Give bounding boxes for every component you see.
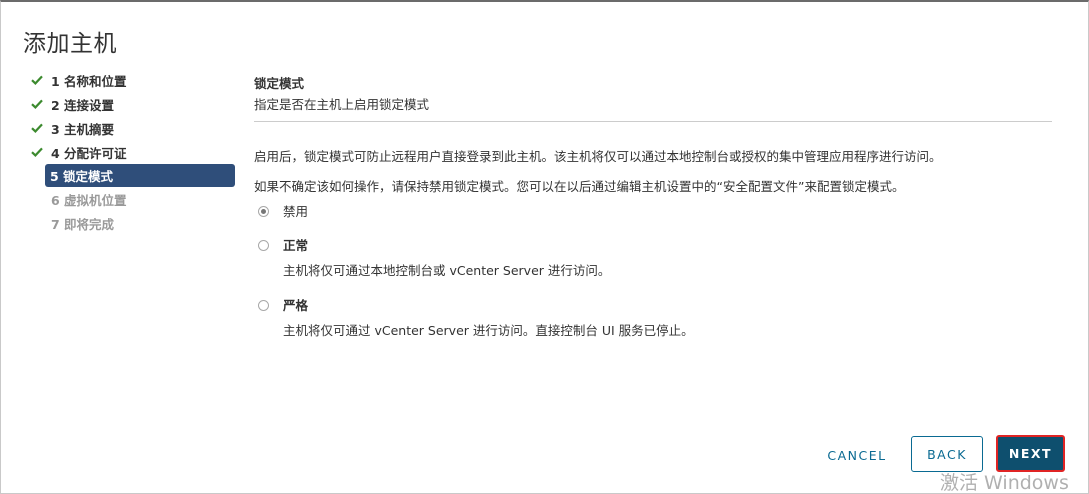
option-normal[interactable]: 正常 主机将仅可通过本地控制台或 vCenter Server 进行访问。 <box>258 238 610 279</box>
lockdown-hint: 如果不确定该如何操作，请保持禁用锁定模式。您可以在以后通过编辑主机设置中的“安全… <box>254 179 905 194</box>
divider <box>254 121 1052 122</box>
step-label: 6 虚拟机位置 <box>51 192 127 208</box>
wizard-steps: 1 名称和位置 2 连接设置 3 主机摘要 4 分配许可证 5 锁定模式 6 虚… <box>27 68 237 235</box>
section-title: 锁定模式 <box>254 76 305 91</box>
section-subtitle: 指定是否在主机上启用锁定模式 <box>254 97 430 112</box>
step-lockdown-mode[interactable]: 5 锁定模式 <box>45 164 235 187</box>
step-label: 7 即将完成 <box>51 216 115 232</box>
option-disabled[interactable]: 禁用 <box>258 204 308 220</box>
step-label: 5 锁定模式 <box>50 169 114 184</box>
next-button[interactable]: NEXT <box>996 435 1065 472</box>
option-label: 正常 <box>283 238 309 253</box>
step-assign-license[interactable]: 4 分配许可证 <box>27 140 237 164</box>
step-label: 4 分配许可证 <box>51 145 127 161</box>
check-icon <box>31 147 47 157</box>
activation-watermark: 激活 Windows <box>940 472 1069 494</box>
dialog-title: 添加主机 <box>23 31 117 57</box>
option-label: 严格 <box>283 298 309 313</box>
step-connection-settings[interactable]: 2 连接设置 <box>27 92 237 116</box>
step-label: 3 主机摘要 <box>51 121 115 137</box>
normal-radio[interactable] <box>258 240 269 251</box>
option-label: 禁用 <box>283 204 309 219</box>
check-icon <box>31 123 47 133</box>
option-description: 主机将仅可通过 vCenter Server 进行访问。直接控制台 UI 服务已… <box>283 323 694 338</box>
add-host-dialog: 添加主机 1 名称和位置 2 连接设置 3 主机摘要 4 分配许可证 5 锁定模… <box>0 0 1089 494</box>
check-icon <box>31 99 47 109</box>
step-vm-location: 6 虚拟机位置 <box>27 187 237 211</box>
step-host-summary[interactable]: 3 主机摘要 <box>27 116 237 140</box>
option-description: 主机将仅可通过本地控制台或 vCenter Server 进行访问。 <box>283 263 611 278</box>
step-ready-to-complete: 7 即将完成 <box>27 211 237 235</box>
cancel-button[interactable]: CANCEL <box>815 437 899 473</box>
step-content: 锁定模式 指定是否在主机上启用锁定模式 启用后，锁定模式可防止远程用户直接登录到… <box>254 76 1052 338</box>
back-button[interactable]: BACK <box>911 436 983 472</box>
step-label: 2 连接设置 <box>51 97 115 113</box>
step-label: 1 名称和位置 <box>51 73 127 89</box>
check-icon <box>31 75 47 85</box>
disabled-radio[interactable] <box>258 206 269 217</box>
strict-radio[interactable] <box>258 300 269 311</box>
lockdown-description: 启用后，锁定模式可防止远程用户直接登录到此主机。该主机将仅可以通过本地控制台或授… <box>254 149 942 164</box>
step-name-location[interactable]: 1 名称和位置 <box>27 68 237 92</box>
option-strict[interactable]: 严格 主机将仅可通过 vCenter Server 进行访问。直接控制台 UI … <box>258 298 694 339</box>
